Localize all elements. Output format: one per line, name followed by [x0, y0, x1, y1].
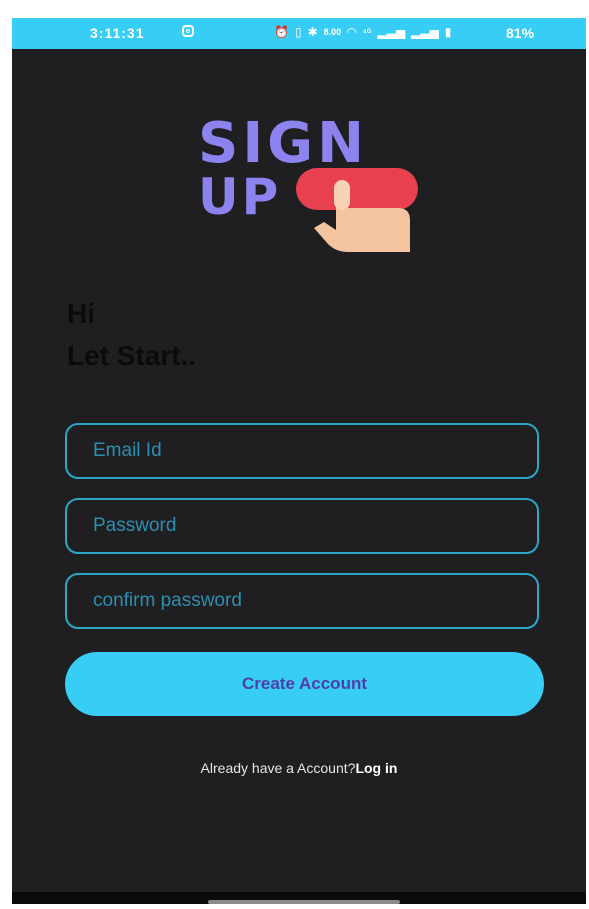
logo-text-up: UP — [198, 168, 281, 226]
volte-icon: ⁴ᴳ — [362, 27, 372, 37]
battery-percent: 81% — [506, 25, 535, 41]
signal-icon: ▂▃▅ — [377, 25, 406, 39]
status-icons: ⏰ ▯ ✱ 8.00 ◠ ⁴ᴳ ▂▃▅ ▂▃▅ ▮ — [274, 25, 451, 39]
status-time: 3:11:31 — [90, 25, 145, 41]
login-link[interactable]: Log in — [355, 760, 397, 776]
status-bar: 3:11:31 ⏰ ▯ ✱ 8.00 ◠ ⁴ᴳ ▂▃▅ ▂▃▅ ▮ 81% — [12, 18, 586, 49]
data-speed-icon: 8.00 — [323, 27, 342, 37]
greeting-subtitle: Let Start.. — [67, 340, 197, 371]
logo-text-sign: SIGN — [198, 111, 368, 176]
pointing-hand-icon — [296, 168, 418, 252]
instagram-icon — [182, 25, 194, 37]
create-account-button[interactable]: Create Account — [65, 652, 544, 716]
login-prompt: Already have a Account?Log in — [12, 760, 586, 776]
vibrate-icon: ▯ — [294, 25, 302, 39]
greeting: Hi Let Start.. — [67, 293, 196, 377]
greeting-hi: Hi — [67, 298, 95, 329]
password-input[interactable] — [65, 498, 539, 554]
signup-logo: SIGN UP — [198, 111, 418, 252]
home-indicator[interactable] — [208, 900, 400, 904]
wifi-icon: ◠ — [347, 25, 357, 39]
login-prompt-text: Already have a Account? — [200, 760, 356, 776]
battery-icon: ▮ — [444, 25, 452, 39]
alarm-icon: ⏰ — [274, 25, 289, 39]
email-input[interactable] — [65, 423, 539, 479]
signal-icon: ▂▃▅ — [411, 25, 439, 39]
confirm-password-input[interactable] — [65, 573, 539, 629]
phone-screen: 3:11:31 ⏰ ▯ ✱ 8.00 ◠ ⁴ᴳ ▂▃▅ ▂▃▅ ▮ 81% SI… — [12, 18, 586, 904]
bluetooth-icon: ✱ — [307, 25, 318, 39]
